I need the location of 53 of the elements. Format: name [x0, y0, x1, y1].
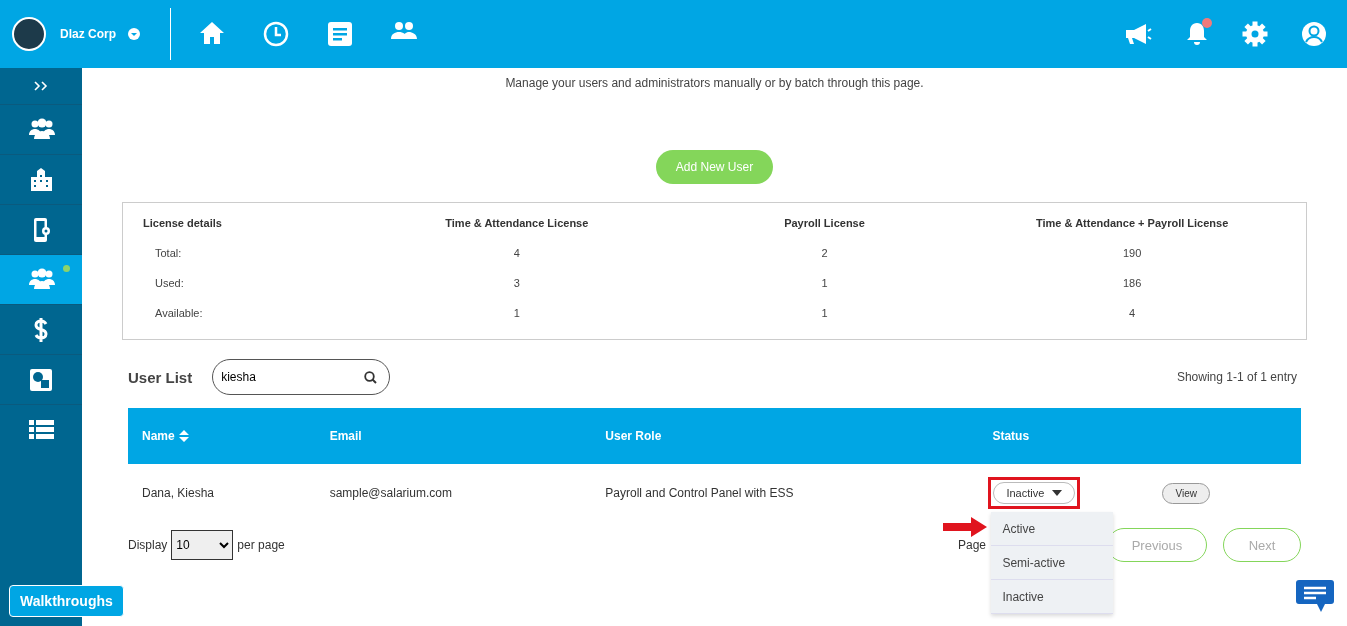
table-cell: Payroll and Control Panel with ESS: [591, 464, 979, 522]
pointer-arrow-icon: [943, 517, 988, 537]
license-count: 190: [1121, 247, 1143, 259]
dropdown-option[interactable]: Active: [991, 512, 1114, 546]
user-list-title: User List: [128, 368, 193, 386]
search-field[interactable]: kiesha: [212, 359, 391, 395]
view-button[interactable]: View: [1162, 482, 1210, 504]
expand-chevrons-icon[interactable]: [34, 81, 48, 91]
caret-icon: [1052, 490, 1063, 496]
page-size-select[interactable]: 10: [171, 530, 234, 560]
dropdown-caret-icon[interactable]: [128, 28, 140, 40]
column-header: Status: [992, 429, 1030, 443]
page-label: Page: [957, 538, 986, 552]
search-icon[interactable]: [364, 371, 378, 384]
license-row-label: Available:: [154, 307, 204, 319]
license-count: 2: [820, 247, 829, 259]
table-cell: Dana, Kiesha: [128, 464, 316, 522]
license-count: 1: [820, 307, 829, 319]
license-count: 1: [820, 277, 829, 289]
license-count: 1: [512, 307, 521, 319]
document-icon[interactable]: [327, 21, 353, 47]
shapes-icon: [27, 366, 55, 393]
per-page-label: per page: [237, 538, 285, 552]
license-column-header: Time & Attendance + Payroll License: [1035, 217, 1230, 229]
users-icon[interactable]: [391, 21, 417, 41]
license-row-label: Used:: [154, 277, 185, 289]
license-count: 4: [512, 247, 521, 259]
license-row-label: Total:: [154, 247, 183, 259]
company-avatar[interactable]: [12, 17, 46, 51]
license-count: 3: [512, 277, 521, 289]
entries-count: Showing 1-1 of 1 entry: [1176, 370, 1297, 384]
bell-icon[interactable]: [1185, 21, 1209, 47]
column-header: Email: [329, 429, 362, 443]
dropdown-option[interactable]: Inactive: [991, 580, 1114, 614]
license-column-header: Payroll License: [783, 217, 866, 229]
dropdown-option[interactable]: Semi-active: [991, 546, 1114, 580]
license-count: 4: [1128, 307, 1137, 319]
page-description: Manage your users and administrators manually or by batch through this page.: [505, 76, 924, 90]
chat-bubble-icon[interactable]: [1295, 578, 1335, 614]
clock-icon[interactable]: [263, 21, 289, 47]
status-select[interactable]: Inactive: [993, 482, 1076, 504]
license-column-header: Time & Attendance License: [444, 217, 590, 229]
display-label: Display: [128, 538, 168, 552]
settings-icon[interactable]: [1242, 21, 1268, 47]
license-column-header: License details: [143, 217, 223, 229]
table-cell: sample@salarium.com: [315, 464, 592, 522]
column-header: User Role: [605, 429, 662, 443]
home-icon[interactable]: [199, 21, 225, 45]
megaphone-icon[interactable]: [1124, 22, 1152, 46]
sort-icon[interactable]: [178, 430, 189, 442]
license-count: 186: [1121, 277, 1143, 289]
sidebar-item[interactable]: [0, 254, 82, 304]
user-profile-icon[interactable]: [1301, 21, 1327, 47]
